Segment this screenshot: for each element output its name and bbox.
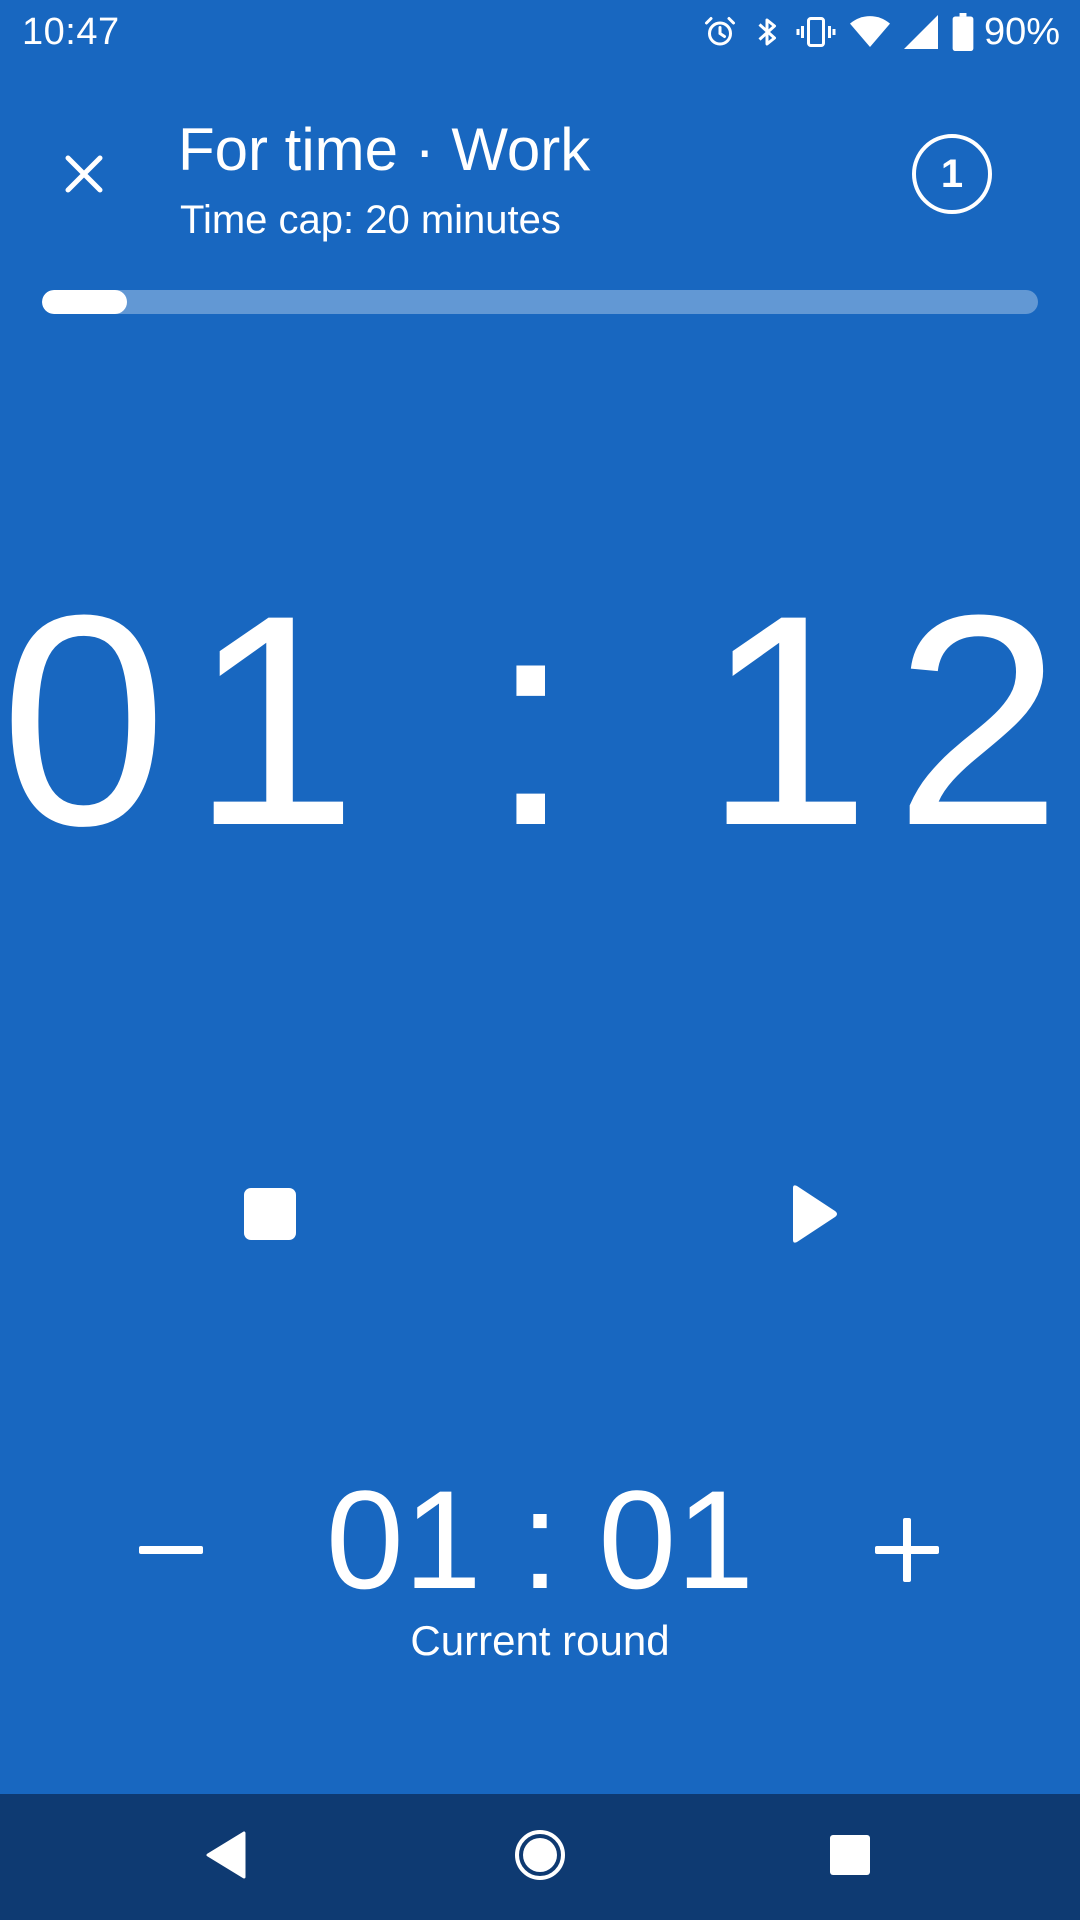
- play-button[interactable]: [774, 1176, 854, 1256]
- battery-icon: [952, 13, 974, 51]
- round-count-badge[interactable]: 1: [912, 134, 992, 214]
- cell-signal-icon: [903, 14, 938, 50]
- progress-bar: [42, 290, 1038, 314]
- recents-icon: [829, 1834, 871, 1881]
- home-icon: [514, 1829, 566, 1886]
- round-timer: 01 : 01: [325, 1461, 755, 1618]
- status-icons: 90%: [702, 12, 1060, 52]
- home-button[interactable]: [500, 1817, 580, 1897]
- stop-button[interactable]: [230, 1176, 310, 1256]
- recents-button[interactable]: [810, 1817, 890, 1897]
- play-icon: [789, 1184, 839, 1249]
- decrease-round-button[interactable]: [126, 1512, 216, 1592]
- back-icon: [204, 1831, 248, 1884]
- status-time: 10:47: [22, 11, 120, 53]
- plus-icon: [875, 1517, 939, 1587]
- back-button[interactable]: [186, 1817, 266, 1897]
- battery-percent: 90%: [983, 11, 1060, 53]
- wifi-icon: [849, 14, 890, 50]
- progress-bar-fill: [42, 290, 127, 314]
- bluetooth-icon: [752, 14, 782, 50]
- status-bar: 10:47 90%: [0, 0, 1080, 66]
- time-cap-subtitle: Time cap: 20 minutes: [180, 198, 561, 242]
- stop-icon: [243, 1187, 297, 1246]
- main-timer: 01 : 12: [0, 552, 1080, 888]
- close-icon: [64, 154, 104, 199]
- alarm-icon: [702, 14, 738, 50]
- vibrate-icon: [796, 14, 836, 50]
- minus-icon: [139, 1543, 203, 1561]
- close-button[interactable]: [54, 146, 114, 206]
- increase-round-button[interactable]: [862, 1512, 952, 1592]
- system-nav-bar: [0, 1794, 1080, 1920]
- page-title: For time · Work: [178, 116, 591, 183]
- round-label: Current round: [410, 1617, 670, 1664]
